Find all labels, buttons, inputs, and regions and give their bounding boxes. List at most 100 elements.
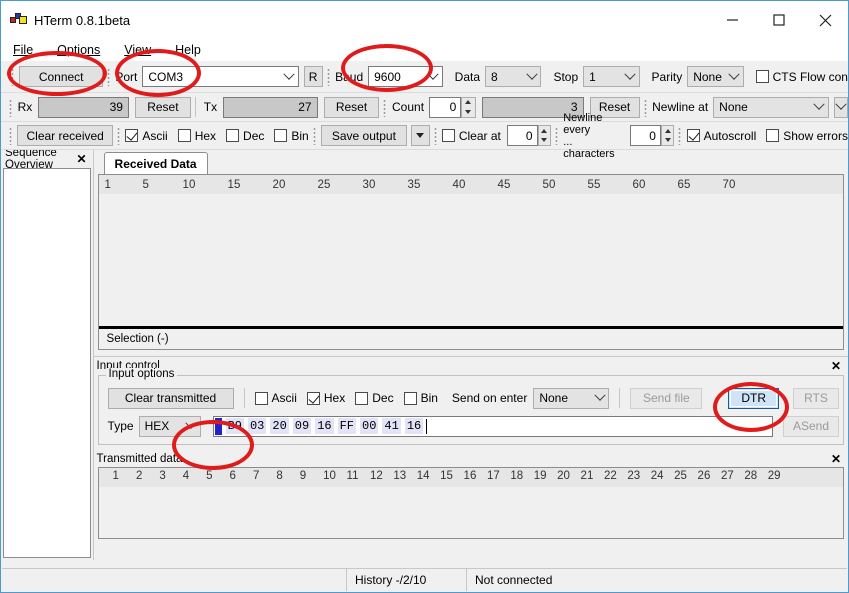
save-output-button[interactable]: Save output <box>320 125 407 146</box>
clear-at-input[interactable]: 0 <box>506 125 538 146</box>
clear-at-checkbox[interactable]: Clear at <box>441 129 501 143</box>
chevron-down-icon[interactable] <box>425 68 442 81</box>
sequence-overview-list[interactable] <box>3 168 91 558</box>
recv-hex-checkbox[interactable]: Hex <box>177 129 216 143</box>
chevron-down-icon[interactable] <box>811 98 828 111</box>
ruler-tick: 65 <box>677 178 691 191</box>
asend-button[interactable]: ASend <box>783 415 839 437</box>
toolbar-grip[interactable] <box>642 97 650 117</box>
chevron-down-icon[interactable] <box>622 68 639 81</box>
data-bits-select[interactable]: 8 <box>485 66 542 87</box>
recv-ascii-checkbox[interactable]: Ascii <box>125 128 168 143</box>
newline-at-select[interactable]: None <box>713 96 829 118</box>
connect-button[interactable]: Connect <box>19 66 103 87</box>
send-ascii-checkbox[interactable]: Ascii <box>254 391 297 405</box>
cts-flow-label: CTS Flow con <box>772 69 848 84</box>
toolbar-grip[interactable] <box>432 126 439 145</box>
close-icon[interactable]: ✕ <box>829 453 843 465</box>
stepper-down-icon[interactable] <box>539 136 550 146</box>
refresh-ports-button[interactable]: R <box>303 66 323 87</box>
toolbar-grip[interactable] <box>8 126 15 145</box>
send-hex-checkbox[interactable]: Hex <box>306 391 345 405</box>
newline-every-stepper[interactable] <box>660 125 675 146</box>
connection-toolbar: Connect Port COM3 R Baud 9600 Data 8 Sto… <box>1 61 848 93</box>
baud-field[interactable]: 9600 <box>368 66 443 87</box>
toolbar-grip[interactable] <box>677 126 684 145</box>
ruler-tick: 7 <box>252 470 260 482</box>
overflow-select[interactable] <box>833 96 848 118</box>
toolbar-grip[interactable] <box>10 67 17 86</box>
newline-every-input[interactable]: 0 <box>630 125 661 146</box>
transmitted-data-body[interactable]: 1 2 3 4 5 6 7 8 9 10 11 12 13 14 15 16 17 18 19 20 21 22 23 24 2… <box>97 467 844 539</box>
receive-options-toolbar: Clear received Ascii Hex Dec Bin Save ou… <box>1 112 848 160</box>
port-value: COM3 <box>148 69 184 84</box>
rts-button[interactable]: RTS <box>793 387 839 409</box>
input-control-panel: Input control ✕ Input options Clear tran… <box>93 356 848 539</box>
chevron-down-icon[interactable] <box>523 68 540 81</box>
hex-byte: 16 <box>315 418 334 434</box>
port-field[interactable]: COM3 <box>142 66 299 87</box>
toolbar-grip[interactable] <box>554 126 561 145</box>
ruler-tick: 23 <box>627 470 641 482</box>
toolbar-grip[interactable] <box>325 67 333 86</box>
rx-reset-button[interactable]: Reset <box>134 96 191 118</box>
ruler-tick: 15 <box>227 178 241 191</box>
recv-dec-checkbox[interactable]: Dec <box>226 129 264 143</box>
chevron-down-icon[interactable] <box>726 68 743 81</box>
clear-transmitted-button[interactable]: Clear transmitted <box>107 387 234 409</box>
tab-received-data[interactable]: Received Data <box>103 152 208 174</box>
hex-byte: 00 <box>360 418 379 434</box>
autoscroll-label: Autoscroll <box>703 128 757 143</box>
toolbar-grip[interactable] <box>311 126 318 145</box>
ruler-tick: 15 <box>440 470 453 482</box>
menu-view[interactable]: View <box>122 42 153 58</box>
received-data-text[interactable] <box>98 194 843 329</box>
status-empty-cell <box>2 569 347 591</box>
ruler-tick: 9 <box>299 470 307 482</box>
count-stepper[interactable] <box>461 96 476 118</box>
save-output-dropdown[interactable] <box>410 125 430 146</box>
type-combo[interactable]: HEX <box>138 415 201 437</box>
stop-bits-select[interactable]: 1 <box>583 66 640 87</box>
window-title: HTerm 0.8.1beta <box>34 12 131 28</box>
toolbar-grip[interactable] <box>382 97 389 117</box>
toolbar-grip[interactable] <box>106 67 113 86</box>
stepper-up-icon[interactable] <box>462 98 474 108</box>
menu-help[interactable]: Help <box>173 42 203 58</box>
chevron-down-icon[interactable] <box>835 98 847 111</box>
send-on-enter-select[interactable]: None <box>533 387 610 409</box>
stepper-up-icon[interactable] <box>662 126 673 136</box>
send-dec-checkbox[interactable]: Dec <box>355 391 394 405</box>
clear-received-button[interactable]: Clear received <box>17 125 114 146</box>
menu-file[interactable]: File <box>11 42 35 58</box>
show-errors-checkbox[interactable]: Show errors <box>766 129 848 143</box>
close-icon[interactable]: ✕ <box>74 153 88 165</box>
toolbar-grip[interactable] <box>8 97 15 117</box>
parity-select[interactable]: None <box>687 66 744 87</box>
maximize-icon[interactable] <box>756 1 802 39</box>
dtr-button[interactable]: DTR <box>728 387 779 409</box>
minimize-icon[interactable] <box>710 1 756 39</box>
tx-reset-button[interactable]: Reset <box>323 96 380 118</box>
send-bin-checkbox[interactable]: Bin <box>403 391 438 405</box>
checkbox-box <box>355 391 369 405</box>
close-icon[interactable]: ✕ <box>829 360 843 372</box>
send-input-field[interactable]: B9 03 20 09 16 FF 00 41 16 <box>212 415 773 437</box>
recv-bin-checkbox[interactable]: Bin <box>274 129 309 143</box>
chevron-down-icon[interactable] <box>183 417 200 430</box>
send-file-button[interactable]: Send file <box>630 387 703 409</box>
stepper-down-icon[interactable] <box>462 107 474 117</box>
menu-options[interactable]: Options <box>55 42 102 58</box>
autoscroll-checkbox[interactable]: Autoscroll <box>686 128 757 143</box>
close-icon[interactable] <box>802 1 848 39</box>
recv-ascii-label: Ascii <box>142 128 168 143</box>
stepper-down-icon[interactable] <box>662 136 673 146</box>
stepper-up-icon[interactable] <box>539 126 550 136</box>
main-area: Sequence Overview ✕ Received Data 1 5 10… <box>1 147 848 560</box>
chevron-down-icon[interactable] <box>281 68 298 81</box>
count-input[interactable]: 0 <box>429 96 462 118</box>
cts-flow-checkbox[interactable]: CTS Flow con <box>755 69 848 84</box>
toolbar-grip[interactable] <box>116 126 123 145</box>
chevron-down-icon[interactable] <box>591 389 608 402</box>
clear-at-stepper[interactable] <box>537 125 552 146</box>
